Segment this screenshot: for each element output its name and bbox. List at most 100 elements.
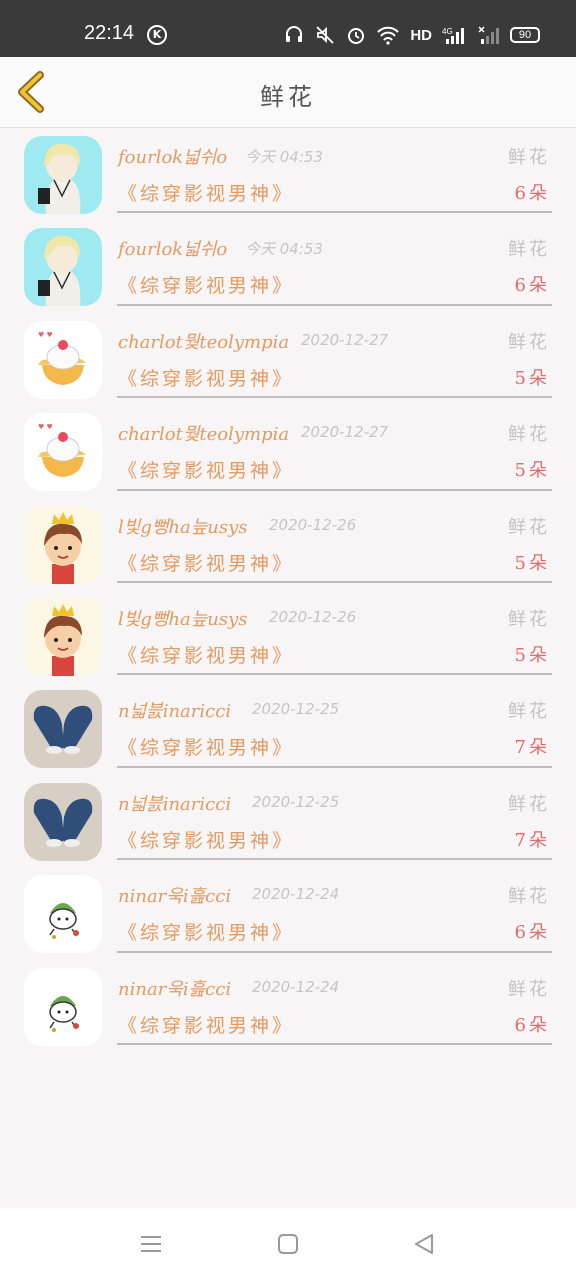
list-item[interactable]: ♥ ♥ charlot뭦teolympia 2020-12-27 鲜花 《综穿影… — [0, 406, 576, 498]
user-name[interactable]: l빛g뻥ha늪usys — [118, 605, 248, 631]
list-item[interactable]: ninar욱i흞cci 2020-12-24 鲜花 《综穿影视男神》 6朵 — [0, 868, 576, 960]
status-icons: HD 4G 90 — [284, 23, 540, 47]
list-item[interactable]: l빛g뻥ha늪usys 2020-12-26 鲜花 《综穿影视男神》 5朵 — [0, 499, 576, 591]
gift-count: 5朵 — [514, 552, 550, 574]
app-header: 鲜花 — [0, 57, 576, 128]
avatar[interactable]: ♥ ♥ — [24, 413, 102, 492]
avatar[interactable] — [24, 967, 102, 1046]
status-time: 22:14 — [84, 22, 135, 44]
book-title[interactable]: 《综穿影视男神》 — [118, 271, 294, 298]
gift-count: 6朵 — [514, 922, 550, 944]
gift-type-label: 鲜花 — [508, 331, 550, 353]
book-title[interactable]: 《综穿影视男神》 — [118, 826, 294, 853]
list-item[interactable]: l빛g뻥ha늪usys 2020-12-26 鲜花 《综穿影视男神》 5朵 — [0, 591, 576, 683]
menu-icon[interactable] — [139, 1232, 163, 1256]
gift-time: 2020-12-24 — [252, 977, 340, 996]
list-item[interactable]: n넓븘inaricci 2020-12-25 鲜花 《综穿影视男神》 7朵 — [0, 776, 576, 868]
avatar[interactable] — [24, 136, 102, 214]
shoes-avatar-icon — [24, 782, 102, 861]
gift-time: 2020-12-27 — [301, 423, 389, 442]
row-divider — [117, 1042, 552, 1045]
book-title[interactable]: 《综穿影视男神》 — [118, 179, 294, 206]
gift-count: 5朵 — [514, 460, 550, 482]
book-title[interactable]: 《综穿影视男神》 — [118, 641, 294, 668]
gift-type-label: 鲜花 — [508, 147, 550, 168]
headset-icon — [286, 26, 303, 42]
user-name[interactable]: charlot뭦teolympia — [118, 328, 289, 354]
avatar[interactable] — [24, 597, 102, 676]
user-name[interactable]: fourlok넓쉬o — [118, 143, 227, 169]
book-title[interactable]: 《综穿影视男神》 — [118, 364, 294, 391]
gift-count: 5朵 — [514, 367, 550, 389]
gift-type-label: 鲜花 — [508, 701, 550, 723]
battery-indicator: 90 — [510, 27, 540, 43]
blond-boy-avatar-icon — [24, 136, 102, 214]
system-nav-bar — [0, 1208, 576, 1280]
gift-type-label: 鲜花 — [508, 608, 550, 630]
row-divider — [117, 858, 552, 861]
book-title[interactable]: 《综穿影视男神》 — [118, 918, 294, 945]
list-item[interactable]: fourlok넓쉬o 今天 04:53 鲜花 《综穿影视男神》 6朵 — [0, 129, 576, 221]
hd-indicator: HD — [410, 26, 432, 44]
back-triangle-icon[interactable] — [412, 1232, 436, 1256]
row-divider — [117, 765, 552, 768]
riceball-avatar-icon — [24, 967, 102, 1046]
avatar[interactable] — [24, 505, 102, 584]
avatar[interactable] — [24, 690, 102, 769]
gift-count: 6朵 — [514, 183, 550, 204]
svg-text:♥ ♥: ♥ ♥ — [38, 331, 53, 339]
row-divider — [117, 580, 552, 583]
page-title: 鲜花 — [260, 83, 316, 111]
user-name[interactable]: charlot뭦teolympia — [118, 420, 289, 446]
row-divider — [117, 673, 552, 676]
cake-avatar-icon: ♥ ♥ — [24, 413, 102, 492]
gift-time: 2020-12-26 — [269, 515, 357, 534]
user-name[interactable]: n넓븘inaricci — [118, 790, 231, 816]
gift-count: 6朵 — [514, 1014, 550, 1036]
list-item[interactable]: fourlok넓쉬o 今天 04:53 鲜花 《综穿影视男神》 6朵 — [0, 221, 576, 313]
row-divider — [117, 488, 552, 491]
book-title[interactable]: 《综穿影视男神》 — [118, 1011, 294, 1038]
gift-count: 7朵 — [514, 737, 550, 759]
riceball-avatar-icon — [24, 875, 102, 954]
home-square-icon[interactable] — [276, 1232, 300, 1256]
svg-text:4G: 4G — [442, 27, 453, 36]
crown-boy-avatar-icon — [24, 597, 102, 676]
avatar[interactable]: ♥ ♥ — [24, 320, 102, 399]
gift-time: 2020-12-27 — [301, 330, 389, 349]
gift-count: 5朵 — [514, 644, 550, 666]
gift-time: 2020-12-24 — [252, 885, 340, 904]
list-item[interactable]: ninar욱i흞cci 2020-12-24 鲜花 《综穿影视男神》 6朵 — [0, 961, 576, 1053]
alarm-icon — [348, 28, 365, 44]
user-name[interactable]: ninar욱i흞cci — [118, 882, 231, 908]
book-title[interactable]: 《综穿影视男神》 — [118, 456, 294, 483]
row-divider — [117, 303, 552, 306]
row-divider — [117, 950, 552, 953]
mute-icon — [316, 26, 334, 44]
book-title[interactable]: 《综穿影视男神》 — [118, 733, 294, 760]
status-bar: 22:14 K HD 4G 90 — [0, 0, 576, 57]
cake-avatar-icon: ♥ ♥ — [24, 320, 102, 399]
gift-time: 2020-12-26 — [269, 607, 357, 626]
avatar[interactable] — [24, 782, 102, 861]
gift-count: 7朵 — [514, 829, 550, 851]
avatar[interactable] — [24, 228, 102, 307]
list-item[interactable]: n넓븘inaricci 2020-12-25 鲜花 《综穿影视男神》 7朵 — [0, 683, 576, 775]
user-name[interactable]: n넓븘inaricci — [118, 697, 231, 723]
signal-weak-icon — [478, 26, 499, 44]
avatar[interactable] — [24, 875, 102, 954]
gift-time: 2020-12-25 — [252, 700, 340, 719]
k-app-icon: K — [147, 25, 167, 45]
gift-type-label: 鲜花 — [508, 978, 550, 1000]
user-name[interactable]: ninar욱i흞cci — [118, 975, 231, 1001]
row-divider — [117, 211, 552, 214]
gift-count: 6朵 — [514, 275, 550, 297]
wifi-icon — [377, 26, 400, 45]
book-title[interactable]: 《综穿影视男神》 — [118, 549, 294, 576]
gift-time: 今天 04:53 — [245, 240, 323, 259]
gift-type-label: 鲜花 — [508, 424, 550, 446]
user-name[interactable]: fourlok넓쉬o — [118, 235, 227, 261]
list-item[interactable]: ♥ ♥ charlot뭦teolympia 2020-12-27 鲜花 《综穿影… — [0, 314, 576, 406]
blond-boy-avatar-icon — [24, 228, 102, 307]
user-name[interactable]: l빛g뻥ha늪usys — [118, 513, 248, 539]
